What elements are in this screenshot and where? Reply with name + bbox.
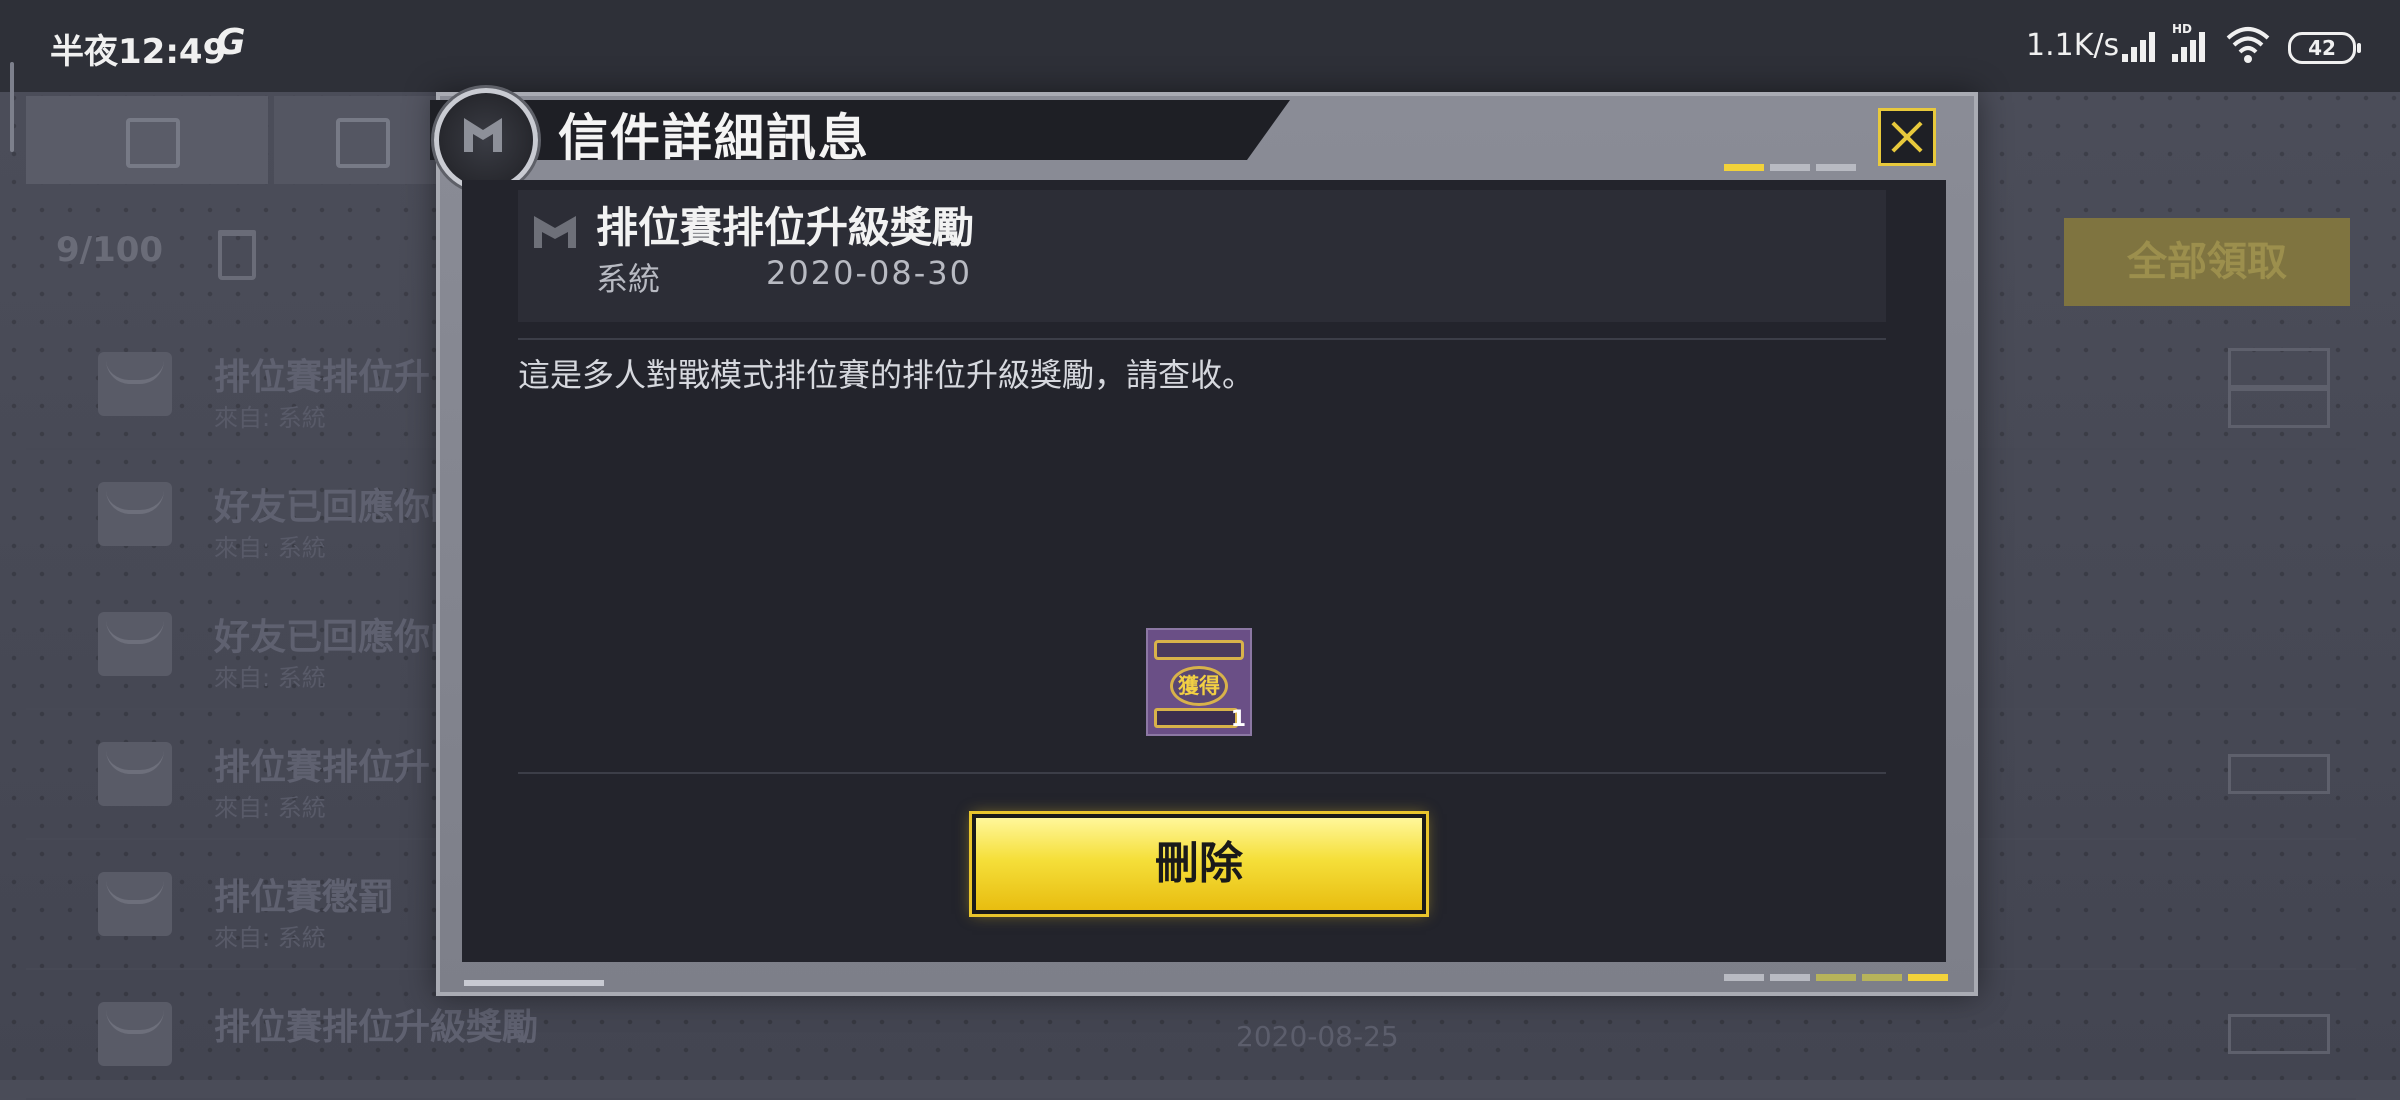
status-time: 半夜12:49 (50, 32, 227, 72)
list-item-title: 排位賽排位升 (214, 357, 431, 398)
gift-icon (336, 118, 390, 168)
envelope-icon (98, 1002, 172, 1066)
frame-accent (464, 980, 604, 986)
battery-icon: 42 (2288, 32, 2361, 64)
list-item-from: 來自: 系統 (214, 404, 326, 432)
network-speed: 1.1K/s (2026, 28, 2120, 63)
tab-gift[interactable] (274, 96, 446, 184)
trash-icon[interactable] (218, 230, 256, 280)
divider (518, 772, 1886, 774)
system-mail-icon (534, 216, 576, 248)
envelope-icon (98, 742, 172, 806)
mail-body: 這是多人對戰模式排位賽的排位升級獎勵，請查收。 (518, 356, 1255, 394)
close-button[interactable] (1878, 108, 1936, 166)
carrier-icon: G (216, 22, 246, 63)
corner-indicator (1724, 974, 1948, 981)
delete-button[interactable]: 刪除 (972, 814, 1426, 914)
list-item-from: 來自: 系統 (214, 534, 326, 562)
edge-indicator (10, 62, 14, 152)
mail-tab-icon (126, 118, 180, 168)
tab-mail[interactable] (26, 96, 268, 184)
dialog-title: 信件詳細訊息 (558, 109, 870, 167)
list-item-date: 2020-08-25 (1236, 1020, 1399, 1053)
reward-item[interactable]: 獲得 1 (1146, 628, 1252, 736)
status-badge (2228, 388, 2330, 428)
signal-hd-icon: HD (2172, 22, 2212, 62)
page-indicator (1724, 164, 1856, 171)
status-bar: 半夜12:49 G 1.1K/s HD 42 (0, 0, 2400, 92)
list-item-title: 好友已回應你的 (214, 487, 467, 528)
list-item-title: 排位賽懲罰 (214, 877, 395, 918)
reward-status-stamp: 獲得 (1170, 666, 1228, 706)
list-item-title: 排位賽排位升 (214, 747, 431, 788)
list-item-from: 來自: 系統 (214, 664, 326, 692)
hd-label: HD (2172, 22, 2193, 36)
envelope-icon (98, 612, 172, 676)
mail-date: 2020-08-30 (766, 254, 972, 292)
list-item-from: 來自: 系統 (214, 924, 326, 952)
list-item-title: 好友已回應你的 (214, 617, 467, 658)
reward-frame-bottom (1154, 708, 1238, 728)
envelope-icon (98, 872, 172, 936)
envelope-icon (98, 482, 172, 546)
mail-tabs (26, 96, 446, 184)
signal-icon (2122, 28, 2162, 62)
status-badge (2228, 348, 2330, 388)
claim-all-button[interactable]: 全部領取 (2064, 218, 2350, 306)
reward-frame-top (1154, 640, 1244, 660)
mail-sender: 系統 (596, 260, 661, 298)
divider (518, 338, 1886, 340)
list-item-title: 排位賽排位升級獎勵 (214, 1007, 539, 1048)
envelope-icon (98, 352, 172, 416)
wifi-icon (2226, 27, 2270, 63)
reward-quantity: 1 (1230, 707, 1246, 732)
status-badge (2228, 1014, 2330, 1054)
logo-m-icon (464, 118, 502, 152)
mail-count: 9/100 (56, 230, 164, 270)
mail-subject: 排位賽排位升級獎勵 (596, 203, 975, 252)
status-badge (2228, 754, 2330, 794)
list-item-from: 來自: 系統 (214, 794, 326, 822)
